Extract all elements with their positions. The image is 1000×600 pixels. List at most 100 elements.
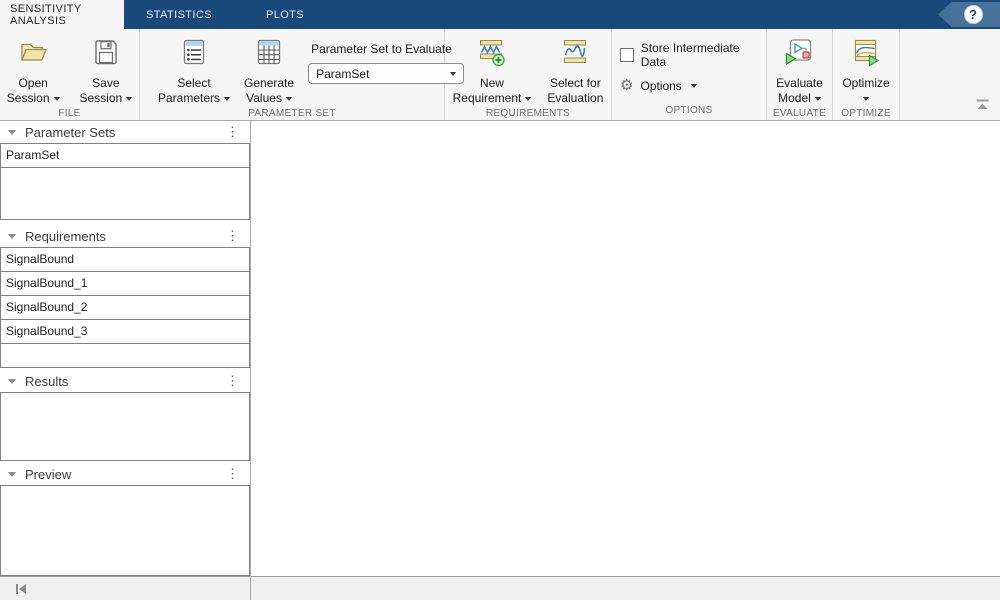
dropdown-arrow-icon bbox=[285, 96, 292, 101]
group-requirements: New Requirement Select for Evaluation RE… bbox=[445, 29, 612, 120]
kebab-menu-icon[interactable]: ⋮ bbox=[223, 374, 242, 387]
save-floppy-icon bbox=[90, 36, 122, 73]
dropdown-arrow-icon bbox=[224, 96, 231, 101]
value-grid-icon bbox=[253, 36, 285, 73]
kebab-menu-icon[interactable]: ⋮ bbox=[223, 467, 242, 480]
tab-statistics[interactable]: STATISTICS bbox=[124, 0, 234, 29]
open-session-button[interactable]: Open Session bbox=[3, 34, 64, 106]
list-item[interactable]: ParamSet bbox=[1, 144, 249, 168]
save-session-label-1: Save bbox=[92, 76, 120, 90]
question-mark-icon: ? bbox=[963, 5, 983, 24]
optimize-plot-icon bbox=[850, 36, 882, 73]
section-label-options: OPTIONS bbox=[665, 105, 713, 116]
results-title: Results bbox=[25, 373, 69, 389]
evaluate-model-icon bbox=[783, 36, 815, 73]
list-item[interactable]: SignalBound_2 bbox=[1, 296, 249, 320]
select-parameters-button[interactable]: Select Parameters bbox=[154, 34, 234, 106]
toolstrip: Open Session Save Session FILE Select Pa… bbox=[0, 29, 1000, 121]
browser-left-panel: Parameter Sets ⋮ ParamSet Requirements ⋮… bbox=[0, 121, 251, 576]
save-session-label-2: Session bbox=[79, 91, 123, 105]
select-for-evaluation-label-2: Evaluation bbox=[547, 91, 604, 105]
generate-values-label-1: Generate bbox=[244, 76, 295, 90]
new-requirement-button[interactable]: New Requirement bbox=[449, 34, 536, 106]
store-intermediate-data-checkbox-row[interactable]: Store Intermediate Data bbox=[620, 41, 766, 69]
select-for-evaluation-label-1: Select for bbox=[550, 76, 601, 90]
collapse-toolstrip-button[interactable] bbox=[975, 97, 990, 115]
kebab-menu-icon[interactable]: ⋮ bbox=[223, 229, 242, 242]
options-button[interactable]: ⚙ Options bbox=[620, 77, 766, 94]
section-label-parameter-set: PARAMETER SET bbox=[248, 108, 336, 119]
requirements-list[interactable]: SignalBound SignalBound_1 SignalBound_2 … bbox=[0, 247, 250, 368]
parameter-sets-title: Parameter Sets bbox=[25, 124, 116, 140]
help-button[interactable]: ? bbox=[938, 2, 1000, 27]
results-list[interactable] bbox=[0, 392, 250, 461]
sensitivity-analysis-tool-window: SENSITIVITY ANALYSIS STATISTICS PLOTS ? bbox=[0, 0, 1000, 600]
tab-sensitivity-analysis[interactable]: SENSITIVITY ANALYSIS bbox=[0, 0, 124, 29]
new-requirement-label-1: New bbox=[479, 76, 504, 90]
list-item[interactable]: SignalBound_1 bbox=[1, 272, 249, 296]
optimize-label: Optimize bbox=[842, 76, 890, 90]
checkbox-unchecked-icon[interactable] bbox=[620, 48, 634, 62]
list-item[interactable]: SignalBound bbox=[1, 248, 249, 272]
group-file: Open Session Save Session FILE bbox=[0, 29, 140, 120]
save-session-button[interactable]: Save Session bbox=[76, 34, 137, 106]
section-label-evaluate: EVALUATE bbox=[772, 108, 827, 119]
parameter-sets-section-header[interactable]: Parameter Sets ⋮ bbox=[0, 121, 250, 143]
generate-values-button[interactable]: Generate Values bbox=[240, 34, 298, 106]
status-bar-left bbox=[0, 577, 251, 600]
open-session-label-2: Session bbox=[6, 91, 50, 105]
requirements-section-header[interactable]: Requirements ⋮ bbox=[0, 225, 250, 247]
select-parameters-label-2: Parameters bbox=[158, 91, 221, 105]
section-label-file: FILE bbox=[58, 108, 81, 119]
new-requirement-signal-plus-icon bbox=[476, 36, 508, 73]
parameter-set-combobox[interactable]: ParamSet bbox=[308, 63, 465, 84]
open-session-label-1: Open bbox=[18, 76, 48, 90]
preview-section-header[interactable]: Preview ⋮ bbox=[0, 463, 250, 485]
dropdown-arrow-icon bbox=[53, 96, 60, 101]
new-requirement-label-2: Requirement bbox=[452, 91, 522, 105]
toolstrip-filler bbox=[900, 29, 1000, 120]
group-evaluate: Evaluate Model EVALUATE bbox=[767, 29, 833, 120]
document-area bbox=[251, 121, 1000, 576]
kebab-menu-icon[interactable]: ⋮ bbox=[223, 125, 242, 138]
optimize-button[interactable]: Optimize bbox=[838, 34, 893, 106]
collapse-triangle-icon bbox=[8, 378, 16, 384]
list-item[interactable]: SignalBound_3 bbox=[1, 320, 249, 344]
collapse-toolstrip-icon bbox=[976, 99, 989, 109]
dropdown-arrow-icon bbox=[525, 96, 532, 101]
select-for-evaluation-button[interactable]: Select for Evaluation bbox=[543, 34, 607, 106]
dropdown-arrow-icon bbox=[863, 96, 869, 101]
preview-title: Preview bbox=[25, 466, 72, 482]
preview-pane bbox=[0, 485, 250, 576]
results-section-header[interactable]: Results ⋮ bbox=[0, 370, 250, 392]
generate-values-label-2: Values bbox=[246, 91, 282, 105]
combobox-value: ParamSet bbox=[316, 66, 370, 81]
tab-plots[interactable]: PLOTS bbox=[234, 0, 336, 29]
group-optimize: Optimize OPTIMIZE bbox=[833, 29, 900, 120]
parameter-set-to-evaluate-label: Parameter Set to Evaluate bbox=[311, 42, 452, 56]
section-label-optimize: OPTIMIZE bbox=[841, 108, 891, 119]
evaluate-model-label-2: Model bbox=[778, 91, 811, 105]
group-parameter-set: Select Parameters Generate Values Parame… bbox=[140, 29, 465, 120]
gear-icon: ⚙ bbox=[620, 77, 634, 94]
section-label-requirements: REQUIREMENTS bbox=[485, 108, 571, 119]
store-intermediate-data-label: Store Intermediate Data bbox=[640, 41, 740, 69]
collapse-triangle-icon bbox=[8, 233, 16, 239]
requirements-title: Requirements bbox=[25, 228, 106, 244]
open-folder-icon bbox=[17, 36, 49, 73]
dropdown-arrow-icon bbox=[814, 96, 821, 101]
collapse-panel-left-icon[interactable] bbox=[14, 582, 28, 596]
collapse-triangle-icon bbox=[8, 129, 16, 135]
dropdown-arrow-icon bbox=[126, 96, 133, 101]
select-parameters-label-1: Select bbox=[177, 76, 211, 90]
collapse-triangle-icon bbox=[8, 471, 16, 477]
options-label: Options bbox=[640, 79, 682, 93]
signal-bounds-icon bbox=[559, 36, 591, 73]
toolstrip-tab-bar: SENSITIVITY ANALYSIS STATISTICS PLOTS ? bbox=[0, 0, 1000, 29]
evaluate-model-button[interactable]: Evaluate Model bbox=[772, 34, 827, 106]
parameter-sets-list[interactable]: ParamSet bbox=[0, 143, 250, 220]
dropdown-arrow-icon bbox=[690, 84, 697, 88]
status-bar bbox=[0, 576, 1000, 600]
evaluate-model-label-1: Evaluate bbox=[776, 76, 823, 90]
parameter-list-icon bbox=[178, 36, 210, 73]
